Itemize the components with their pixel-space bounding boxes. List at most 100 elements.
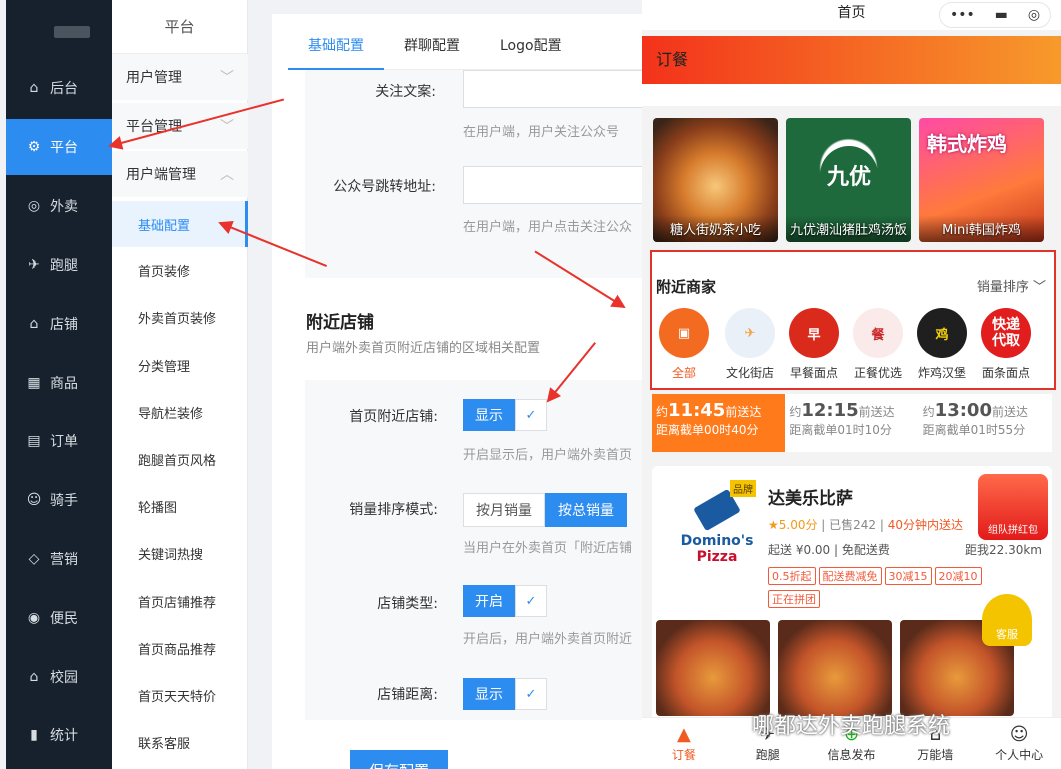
submenu-item-store-recommend[interactable]: 首页店铺推荐 xyxy=(112,578,248,624)
product-image[interactable] xyxy=(656,620,770,716)
promo-tag: 30减15 xyxy=(884,567,932,585)
category-meals[interactable]: 餐正餐优选 xyxy=(846,308,910,381)
sort-mode-segment: 按月销量 按总销量 xyxy=(463,493,627,527)
main-sidebar: ⌂ 后台 ⚙ 平台 ◎ 外卖 ✈ 跑腿 ⌂ 店铺 ▦ 商品 ▤ 订单 ☺ 骑手 ◇ 营销 ◉ 便民 … xyxy=(6,0,112,769)
nav-order[interactable]: ▲ 订餐 xyxy=(642,718,726,769)
slot-prefix: 约 xyxy=(922,405,935,419)
tab-basic-config[interactable]: 基础配置 xyxy=(288,14,384,70)
slot-suffix: 前送达 xyxy=(725,405,762,419)
switch-on[interactable]: 开启 xyxy=(463,585,515,617)
section-subtitle: 用户端外卖首页附近店铺的区域相关配置 xyxy=(306,341,541,356)
header-spacer xyxy=(642,84,1061,106)
close-icon[interactable]: ◎ xyxy=(1028,2,1040,28)
nav-label: 个人中心 xyxy=(995,748,1044,762)
submenu-item-contact[interactable]: 联系客服 xyxy=(112,719,248,765)
sidebar-item-goods[interactable]: ▦ 商品 xyxy=(6,355,112,411)
switch-on[interactable]: 显示 xyxy=(463,399,515,431)
capsule-menu[interactable]: ••• ▬ ◎ xyxy=(939,2,1051,28)
submenu-item-daily-deals[interactable]: 首页天天特价 xyxy=(112,672,248,718)
nearby-stores-switch[interactable]: 显示 ✓ xyxy=(463,399,547,431)
campus-icon: ⌂ xyxy=(29,669,39,685)
time-slot[interactable]: 约11:45前送达 距离截单00时40分 xyxy=(652,394,786,452)
shop-sold: 已售242 xyxy=(829,518,877,532)
sort-total-button[interactable]: 按总销量 xyxy=(545,493,627,527)
jump-url-input[interactable] xyxy=(463,166,653,204)
order-food-icon: ▲ xyxy=(676,724,691,745)
sort-monthly-button[interactable]: 按月销量 xyxy=(463,493,545,527)
time-slot[interactable]: 约12:15前送达 距离截单01时10分 xyxy=(785,394,918,452)
more-icon[interactable]: ••• xyxy=(950,2,975,28)
gear-icon: ⚙ xyxy=(27,139,41,155)
slot-cutoff: 距离截单01时10分 xyxy=(789,423,892,437)
submenu-item-hot-keywords[interactable]: 关键词热搜 xyxy=(112,530,248,576)
submenu-group-user[interactable]: 用户管理 ﹀ xyxy=(112,54,248,100)
minimize-icon[interactable]: ▬ xyxy=(995,2,1008,28)
banner-milk-tea[interactable]: 糖人街奶茶小吃 xyxy=(653,118,778,242)
submenu-item-navbar[interactable]: 导航栏装修 xyxy=(112,389,248,435)
slot-time: 11:45 xyxy=(668,400,726,421)
submenu-title: 平台 xyxy=(112,0,247,54)
customer-service-button[interactable]: 客服 xyxy=(982,594,1032,646)
sidebar-item-rider[interactable]: ☺ 骑手 xyxy=(6,472,112,528)
store-icon: ⌂ xyxy=(29,316,39,332)
store-type-switch[interactable]: 开启 ✓ xyxy=(463,585,547,617)
store-type-label: 店铺类型: xyxy=(377,596,438,612)
banner-korean-chicken[interactable]: 韩式炸鸡 Mini韩国炸鸡 xyxy=(919,118,1044,242)
promo-tag: 20减10 xyxy=(934,567,982,585)
nav-profile[interactable]: ☺ 个人中心 xyxy=(977,718,1061,769)
time-slot[interactable]: 约13:00前送达 距离截单01时55分 xyxy=(919,394,1052,452)
sidebar-item-marketing[interactable]: ◇ 营销 xyxy=(6,531,112,587)
takeout-icon: ◎ xyxy=(27,198,41,214)
meal-icon: 餐 xyxy=(853,308,903,358)
min-order: 起送 ¥0.00 xyxy=(768,543,831,557)
submenu-item-carousel[interactable]: 轮播图 xyxy=(112,483,248,529)
redpack-promo[interactable]: 组队拼红包 xyxy=(978,474,1048,540)
scrollbar[interactable] xyxy=(256,0,272,769)
nav-label: 跑腿 xyxy=(755,748,780,762)
switch-on[interactable]: 显示 xyxy=(463,678,515,710)
category-culture-street[interactable]: ✈ 文化街店 xyxy=(718,308,782,381)
submenu-item-errand-style[interactable]: 跑腿首页风格 xyxy=(112,436,248,482)
sidebar-item-label: 骑手 xyxy=(50,493,78,509)
slot-prefix: 约 xyxy=(656,405,669,419)
submenu-item-takeout-decor[interactable]: 外卖首页装修 xyxy=(112,294,248,340)
submenu-item-category[interactable]: 分类管理 xyxy=(112,342,248,388)
delivery-rider-icon: ✈ xyxy=(725,308,775,358)
nearby-merchants-section: 附近商家 销量排序 ﹀ ▣ 全部 ✈ 文化街店 早早餐面点 餐正餐优选 鸡炸鸡汉堡 … xyxy=(650,250,1056,390)
category-all[interactable]: ▣ 全部 xyxy=(652,308,716,381)
check-icon: ✓ xyxy=(515,399,547,431)
promo-tags: 0.5折起 配送费减免 30减15 20减10 xyxy=(768,567,985,585)
category-fried-chicken[interactable]: 鸡炸鸡汉堡 xyxy=(910,308,974,381)
category-noodles[interactable]: 快递 代取 面条面点 xyxy=(974,308,1038,381)
store-distance-switch[interactable]: 显示 ✓ xyxy=(463,678,547,710)
sidebar-item-platform[interactable]: ⚙ 平台 xyxy=(6,119,112,175)
sidebar-item-convenience[interactable]: ◉ 便民 xyxy=(6,590,112,646)
sidebar-item-store[interactable]: ⌂ 店铺 xyxy=(6,296,112,352)
sales-sort-dropdown[interactable]: 销量排序 ﹀ xyxy=(977,276,1046,295)
service-label: 客服 xyxy=(996,628,1018,641)
sidebar-item-takeout[interactable]: ◎ 外卖 xyxy=(6,178,112,234)
category-breakfast[interactable]: 早早餐面点 xyxy=(782,308,846,381)
chevron-down-icon: ﹀ xyxy=(220,119,234,135)
category-label: 正餐优选 xyxy=(853,366,902,380)
watermark: 哪都达外卖跑腿系统 xyxy=(752,714,951,739)
shop-rating: ★5.00分 xyxy=(768,518,818,532)
sidebar-item-orders[interactable]: ▤ 订单 xyxy=(6,413,112,469)
sidebar-item-stats[interactable]: ▮ 统计 xyxy=(6,707,112,763)
sidebar-item-backend[interactable]: ⌂ 后台 xyxy=(6,60,112,116)
check-icon: ✓ xyxy=(515,678,547,710)
product-image[interactable] xyxy=(778,620,892,716)
sidebar-item-campus[interactable]: ⌂ 校园 xyxy=(6,649,112,705)
tab-group-chat[interactable]: 群聊配置 xyxy=(384,14,480,70)
sidebar-item-errand[interactable]: ✈ 跑腿 xyxy=(6,237,112,293)
submenu-item-home-decor[interactable]: 首页装修 xyxy=(112,247,248,293)
promo-tag: 0.5折起 xyxy=(768,567,816,585)
follow-text-input[interactable] xyxy=(463,70,653,108)
grid-icon: ▣ xyxy=(659,308,709,358)
banner-jiuyou[interactable]: 九优 九优潮汕猪肚鸡汤饭 xyxy=(786,118,911,242)
submenu-item-goods-recommend[interactable]: 首页商品推荐 xyxy=(112,625,248,671)
submenu-group-client[interactable]: 用户端管理 ︿ xyxy=(112,151,248,197)
shop-name: 达美乐比萨 xyxy=(768,489,853,509)
tab-logo[interactable]: Logo配置 xyxy=(480,14,582,70)
save-config-button[interactable]: 保存配置 xyxy=(350,750,448,769)
